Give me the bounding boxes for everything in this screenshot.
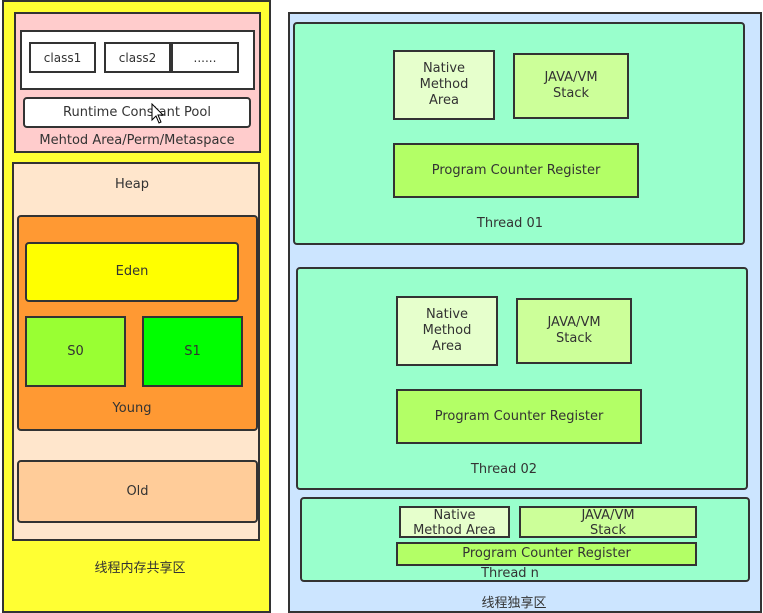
java-vm-stack: JAVA/VM Stack [519,506,697,538]
method-area-label: Mehtod Area/Perm/Metaspace [39,133,235,148]
runtime-constant-pool: Runtime Constant Pool [23,97,251,128]
native-method-area: Native Method Area [396,296,498,366]
thread-label: Thread 01 [476,216,544,231]
class-box: ...... [171,42,239,73]
mouse-cursor-icon [151,103,165,124]
eden: Eden [25,242,239,302]
class-box: class1 [29,42,96,73]
program-counter-register: Program Counter Register [393,143,639,198]
thread-label: Thread n [481,566,539,581]
young-label: Young [112,401,152,416]
java-vm-stack: JAVA/VM Stack [513,53,629,119]
private-area-label: 线程独享区 [481,596,547,611]
survivor-s1: S1 [142,316,243,387]
program-counter-register: Program Counter Register [396,542,697,566]
thread-label: Thread 02 [470,462,538,477]
java-vm-stack: JAVA/VM Stack [516,298,632,364]
class-box: class2 [104,42,171,73]
old-generation: Old [17,460,258,523]
survivor-s0: S0 [25,316,126,387]
program-counter-register: Program Counter Register [396,389,642,444]
native-method-area: Native Method Area [393,50,495,120]
heap-label: Heap [115,177,149,192]
shared-area-label: 线程内存共享区 [94,561,186,576]
native-method-area: Native Method Area [399,506,510,538]
